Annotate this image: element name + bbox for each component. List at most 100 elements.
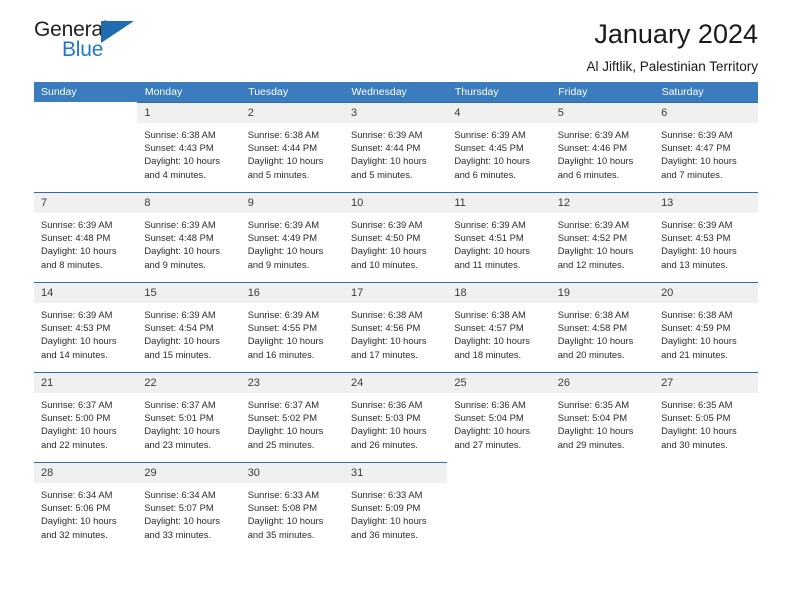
page-header: General Blue January 2024 Al Jiftlik, Pa… [34,0,758,74]
day-cell[interactable]: 16 Sunrise: 6:39 AM Sunset: 4:55 PM Dayligh… [240,282,345,372]
calendar-cell: 23 Sunrise: 6:37 AM Sunset: 5:02 PM Dayligh… [240,372,345,462]
daylight-text-line1: Daylight: 10 hours [454,335,530,347]
daylight-text-line1: Daylight: 10 hours [351,515,427,527]
day-cell[interactable]: 3 Sunrise: 6:39 AM Sunset: 4:44 PM Daylight… [344,102,448,192]
sunrise-text: Sunrise: 6:39 AM [144,219,216,230]
calendar-cell: 21 Sunrise: 6:37 AM Sunset: 5:00 PM Dayligh… [34,372,138,462]
daylight-text-line2: and 5 minutes. [351,168,413,180]
sunset-text: Sunset: 5:07 PM [144,502,214,514]
calendar-cell [447,462,550,552]
sunset-text: Sunset: 5:02 PM [247,412,317,424]
day-number: 6 [654,103,758,123]
day-cell[interactable]: 8 Sunrise: 6:39 AM Sunset: 4:48 PM Daylight… [137,192,241,282]
day-cell[interactable]: 18 Sunrise: 6:38 AM Sunset: 4:57 PM Dayligh… [447,282,551,372]
sunset-text: Sunset: 5:06 PM [41,502,111,514]
sunset-text: Sunset: 4:48 PM [144,232,214,244]
day-details: Sunrise: 6:39 AM Sunset: 4:50 PM Daylight:… [344,213,447,271]
day-cell[interactable]: 27 Sunrise: 6:35 AM Sunset: 5:05 PM Dayligh… [654,372,758,462]
daylight-text-line1: Daylight: 10 hours [454,245,530,257]
day-cell[interactable]: 20 Sunrise: 6:38 AM Sunset: 4:59 PM Dayligh… [654,282,758,372]
sunrise-text: Sunrise: 6:38 AM [247,129,320,140]
day-details: Sunrise: 6:39 AM Sunset: 4:48 PM Daylight:… [34,213,137,271]
daylight-text-line1: Daylight: 10 hours [454,155,530,167]
sunrise-text: Sunrise: 6:38 AM [661,309,733,320]
day-cell[interactable]: 23 Sunrise: 6:37 AM Sunset: 5:02 PM Dayligh… [240,372,345,462]
day-details: Sunrise: 6:38 AM Sunset: 4:57 PM Daylight:… [447,303,550,361]
sunset-text: Sunset: 4:47 PM [661,142,731,154]
day-number: 31 [344,463,448,483]
sunrise-text: Sunrise: 6:39 AM [247,309,320,320]
day-details: Sunrise: 6:33 AM Sunset: 5:09 PM Daylight:… [344,483,447,541]
sunset-text: Sunset: 4:58 PM [557,322,628,334]
daylight-text-line2: and 5 minutes. [247,168,310,180]
day-number: 10 [344,193,448,213]
daylight-text-line2: and 21 minutes. [661,348,728,360]
day-cell[interactable]: 21 Sunrise: 6:37 AM Sunset: 5:00 PM Dayligh… [34,372,138,462]
day-cell[interactable]: 28 Sunrise: 6:34 AM Sunset: 5:06 PM Dayligh… [34,462,138,552]
day-cell[interactable]: 30 Sunrise: 6:33 AM Sunset: 5:08 PM Dayligh… [240,462,345,552]
day-cell[interactable]: 12 Sunrise: 6:39 AM Sunset: 4:52 PM Dayligh… [550,192,655,282]
sunset-text: Sunset: 4:57 PM [454,322,524,334]
day-cell[interactable]: 22 Sunrise: 6:37 AM Sunset: 5:01 PM Dayligh… [137,372,241,462]
day-number: 19 [550,283,655,303]
day-number: 9 [240,193,345,213]
day-number: 21 [34,373,138,393]
day-cell[interactable]: 19 Sunrise: 6:38 AM Sunset: 4:58 PM Dayligh… [550,282,655,372]
calendar-cell: 3 Sunrise: 6:39 AM Sunset: 4:44 PM Daylight… [344,102,448,192]
day-details: Sunrise: 6:34 AM Sunset: 5:07 PM Daylight:… [137,483,240,541]
day-cell[interactable]: 24 Sunrise: 6:36 AM Sunset: 5:03 PM Dayligh… [344,372,448,462]
daylight-text-line2: and 14 minutes. [41,348,108,360]
day-cell[interactable]: 26 Sunrise: 6:35 AM Sunset: 5:04 PM Dayligh… [550,372,655,462]
sunset-text: Sunset: 5:05 PM [661,412,731,424]
weekday-header-friday: Friday [550,82,655,102]
day-cell[interactable]: 14 Sunrise: 6:39 AM Sunset: 4:53 PM Dayligh… [34,282,138,372]
day-details: Sunrise: 6:39 AM Sunset: 4:44 PM Daylight:… [344,123,447,181]
day-cell[interactable]: 5 Sunrise: 6:39 AM Sunset: 4:46 PM Daylight… [550,102,655,192]
day-details: Sunrise: 6:39 AM Sunset: 4:45 PM Daylight:… [447,123,550,181]
day-cell[interactable]: 15 Sunrise: 6:39 AM Sunset: 4:54 PM Dayligh… [137,282,241,372]
calendar-cell: 28 Sunrise: 6:34 AM Sunset: 5:06 PM Dayligh… [34,462,138,552]
calendar-cell: 25 Sunrise: 6:36 AM Sunset: 5:04 PM Dayligh… [447,372,551,462]
day-cell[interactable]: 6 Sunrise: 6:39 AM Sunset: 4:47 PM Daylight… [654,102,758,192]
day-details: Sunrise: 6:34 AM Sunset: 5:06 PM Daylight:… [34,483,137,541]
calendar-cell: 6 Sunrise: 6:39 AM Sunset: 4:47 PM Daylight… [654,102,758,192]
day-number: 20 [654,283,758,303]
day-cell[interactable]: 13 Sunrise: 6:39 AM Sunset: 4:53 PM Dayligh… [654,192,758,282]
daylight-text-line2: and 13 minutes. [661,258,728,270]
sunrise-text: Sunrise: 6:37 AM [247,399,320,410]
day-number: 16 [240,283,345,303]
day-cell[interactable]: 11 Sunrise: 6:39 AM Sunset: 4:51 PM Dayligh… [447,192,551,282]
day-number: 17 [344,283,448,303]
day-details: Sunrise: 6:39 AM Sunset: 4:53 PM Daylight:… [654,213,757,271]
sunrise-text: Sunrise: 6:39 AM [661,129,733,140]
triangle-icon [101,21,134,43]
sunrise-text: Sunrise: 6:39 AM [41,219,113,230]
day-cell[interactable]: 7 Sunrise: 6:39 AM Sunset: 4:48 PM Daylight… [34,192,138,282]
day-cell[interactable]: 17 Sunrise: 6:38 AM Sunset: 4:56 PM Dayligh… [344,282,448,372]
sunset-text: Sunset: 4:49 PM [247,232,317,244]
daylight-text-line1: Daylight: 10 hours [661,335,737,347]
daylight-text-line2: and 17 minutes. [351,348,418,360]
sunset-text: Sunset: 4:45 PM [454,142,524,154]
sunrise-text: Sunrise: 6:39 AM [351,129,423,140]
daylight-text-line2: and 32 minutes. [41,528,108,540]
day-number: 18 [447,283,551,303]
daylight-text-line1: Daylight: 10 hours [247,425,324,437]
day-cell[interactable]: 29 Sunrise: 6:34 AM Sunset: 5:07 PM Dayligh… [137,462,241,552]
day-number: 22 [137,373,241,393]
calendar-cell [34,102,137,192]
day-cell[interactable]: 25 Sunrise: 6:36 AM Sunset: 5:04 PM Dayligh… [447,372,551,462]
sunrise-text: Sunrise: 6:39 AM [454,219,526,230]
calendar-cell: 5 Sunrise: 6:39 AM Sunset: 4:46 PM Daylight… [550,102,655,192]
day-number: 30 [240,463,345,483]
day-cell[interactable]: 1 Sunrise: 6:38 AM Sunset: 4:43 PM Daylight… [137,102,241,192]
day-number: 12 [550,193,655,213]
day-cell[interactable]: 4 Sunrise: 6:39 AM Sunset: 4:45 PM Daylight… [447,102,551,192]
daylight-text-line2: and 16 minutes. [247,348,315,360]
day-cell[interactable]: 9 Sunrise: 6:39 AM Sunset: 4:49 PM Daylight… [240,192,345,282]
calendar-cell: 2 Sunrise: 6:38 AM Sunset: 4:44 PM Daylight… [240,102,345,192]
day-number: 5 [550,103,655,123]
day-cell[interactable]: 2 Sunrise: 6:38 AM Sunset: 4:44 PM Daylight… [240,102,345,192]
day-cell[interactable]: 31 Sunrise: 6:33 AM Sunset: 5:09 PM Dayligh… [344,462,448,552]
day-cell[interactable]: 10 Sunrise: 6:39 AM Sunset: 4:50 PM Dayligh… [344,192,448,282]
